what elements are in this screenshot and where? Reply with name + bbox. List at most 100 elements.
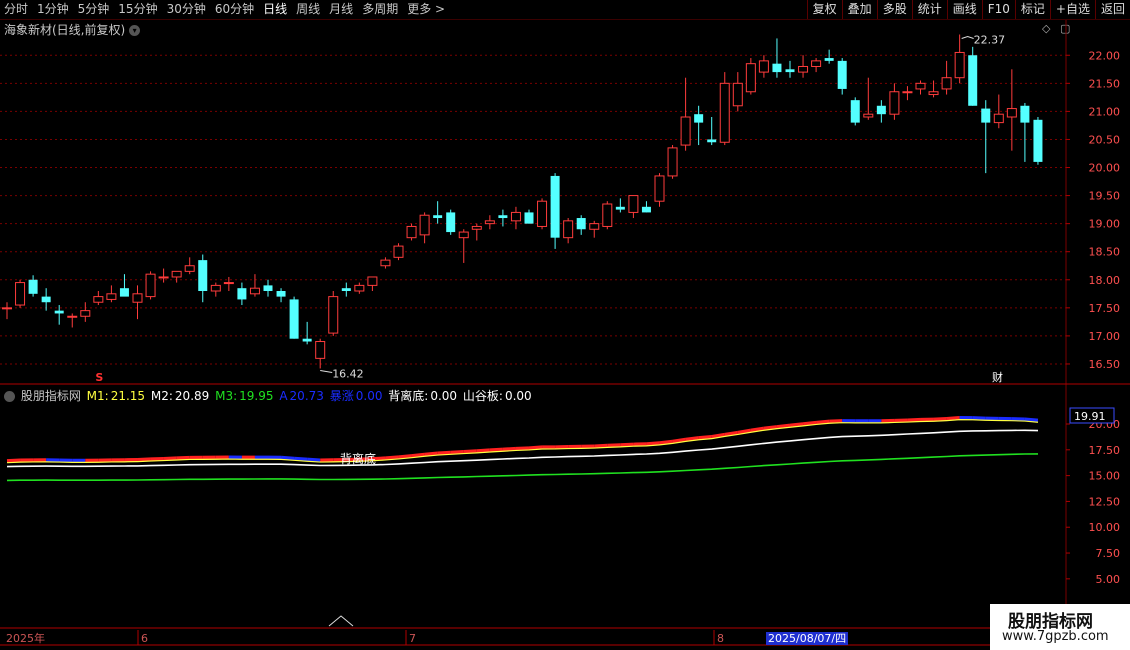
candle-body xyxy=(1006,108,1017,118)
chart-canvas: 22.00 21.50 21.00 20.50 20.00 19.50 19.00 18.50… xyxy=(0,20,1130,646)
period-tab-2[interactable]: 5分钟 xyxy=(78,2,110,17)
price-tick-label: 21.50 xyxy=(1089,77,1121,90)
period-tab-10[interactable]: 更多 > xyxy=(407,2,445,17)
chevron-down-icon[interactable]: ▾ xyxy=(129,25,141,36)
finance-marker: 财 xyxy=(992,370,1003,384)
a-line-segment xyxy=(6,458,21,463)
candle-body xyxy=(850,100,860,123)
candle-body xyxy=(537,200,548,227)
action-button-8[interactable]: 返回 xyxy=(1094,0,1130,19)
zs-value: 0.00 xyxy=(355,389,383,403)
period-tab-8[interactable]: 月线 xyxy=(329,2,353,17)
bld-label: 背离底: xyxy=(388,389,429,403)
candle-body xyxy=(798,65,809,73)
price-tick-label: 17.50 xyxy=(1089,302,1121,315)
action-button-4[interactable]: 画线 xyxy=(946,0,982,19)
candle-body xyxy=(863,113,874,118)
action-button-3[interactable]: 统计 xyxy=(911,0,947,19)
candle-body xyxy=(328,296,339,334)
period-toolbar: 分时 1分钟 5分钟 15分钟 30分钟 60分钟 日线 周线 月线 多周期 更多 > 复权 叠加 多股… xyxy=(0,0,1130,20)
date-label-8: 8 xyxy=(717,632,724,645)
candle-body xyxy=(954,51,965,79)
diamond-icon[interactable]: ◇ xyxy=(1042,22,1050,35)
period-tab-6[interactable]: 日线 xyxy=(263,2,287,17)
candle-body xyxy=(80,310,91,317)
a-line-segment xyxy=(946,416,960,421)
a-line-segment xyxy=(789,422,804,427)
action-button-7[interactable]: +自选 xyxy=(1049,0,1095,19)
current-value-box: 19.91 xyxy=(1069,407,1115,424)
brand-url: www.7gpzb.com xyxy=(1002,629,1109,644)
candle-body xyxy=(289,299,299,339)
candle-body xyxy=(145,273,156,298)
price-tick-label: 21.00 xyxy=(1089,105,1121,118)
action-button-1[interactable]: 叠加 xyxy=(841,0,877,19)
action-button-2[interactable]: 多股 xyxy=(876,0,912,19)
a-line-segment xyxy=(672,437,686,443)
indicator-tick-label: 5.00 xyxy=(1096,573,1121,586)
a-line-segment xyxy=(424,451,438,456)
price-tick-label: 19.00 xyxy=(1089,218,1121,231)
divergence-annotation: 背离底 xyxy=(340,451,376,466)
candle-body xyxy=(67,315,78,318)
indicator-header[interactable]: 股朋指标网 M1: 21.15 M2: 20.89 M3: 19.95 A 20.73 … xyxy=(4,387,534,404)
window-icon[interactable]: ▢ xyxy=(1060,22,1070,35)
action-button-0[interactable]: 复权 xyxy=(806,0,842,19)
period-tab-4[interactable]: 30分钟 xyxy=(167,2,206,17)
candle-body xyxy=(28,279,38,294)
period-tab-3[interactable]: 15分钟 xyxy=(118,2,157,17)
period-tab-5[interactable]: 60分钟 xyxy=(215,2,254,17)
a-line-segment xyxy=(737,428,752,434)
candle-body xyxy=(354,284,365,292)
candle-body xyxy=(837,60,847,89)
sell-marker: S xyxy=(95,371,103,384)
a-line-segment xyxy=(515,446,530,450)
candle-body xyxy=(993,113,1004,124)
zs-label: 暴涨 xyxy=(329,389,354,403)
candle-body xyxy=(667,147,678,177)
candle-body xyxy=(393,245,404,258)
period-tab-7[interactable]: 周线 xyxy=(296,2,320,17)
candle-body xyxy=(484,220,495,225)
chevron-down-icon[interactable] xyxy=(4,391,15,402)
low-label: 16.42 xyxy=(332,367,364,380)
a-line-segment xyxy=(750,426,765,432)
date-label-6: 6 xyxy=(141,632,148,645)
period-tab-1[interactable]: 1分钟 xyxy=(37,2,69,17)
candle-body xyxy=(458,231,469,239)
price-tick-label: 20.50 xyxy=(1089,133,1121,146)
a-line-segment xyxy=(489,447,503,452)
stock-title[interactable]: 海象新材(日线,前复权) ▾ xyxy=(4,21,141,38)
price-tick-label: 18.50 xyxy=(1089,246,1121,259)
a-line-segment xyxy=(685,436,699,441)
a-line-segment xyxy=(398,454,412,459)
indicator-lines xyxy=(6,416,1039,482)
a-line-segment xyxy=(815,419,830,424)
candle-body xyxy=(589,223,600,230)
date-highlight: 2025/08/07/四 xyxy=(766,632,849,645)
period-tab-0[interactable]: 分时 xyxy=(4,2,28,17)
candle-body xyxy=(524,212,534,224)
candle-body xyxy=(419,214,430,236)
candle-body xyxy=(510,211,521,222)
a-line-segment xyxy=(724,430,739,436)
action-button-5[interactable]: F10 xyxy=(981,0,1015,19)
m1-yellow-line xyxy=(6,418,1039,464)
brand-watermark: 股朋指标网 www.7gpzb.com xyxy=(990,604,1130,650)
period-tab-9[interactable]: 多周期 xyxy=(362,2,398,17)
candle-body xyxy=(1033,119,1043,162)
price-tick-label: 18.00 xyxy=(1089,274,1121,287)
a-line-segment xyxy=(620,442,634,447)
candle-body xyxy=(198,260,208,291)
a-line-segment xyxy=(698,435,712,440)
candle-body xyxy=(341,288,351,291)
candle-body xyxy=(719,82,730,143)
candle-body xyxy=(680,116,691,146)
a-line-segment xyxy=(463,449,477,453)
indicator-tick-label: 20.00 xyxy=(1089,418,1121,431)
action-button-6[interactable]: 标记 xyxy=(1014,0,1050,19)
a-line-segment xyxy=(502,446,517,451)
stock-title-text: 海象新材(日线,前复权) xyxy=(4,23,126,37)
indicator-name: 股朋指标网 xyxy=(20,389,81,403)
a-line-segment xyxy=(1024,417,1039,422)
